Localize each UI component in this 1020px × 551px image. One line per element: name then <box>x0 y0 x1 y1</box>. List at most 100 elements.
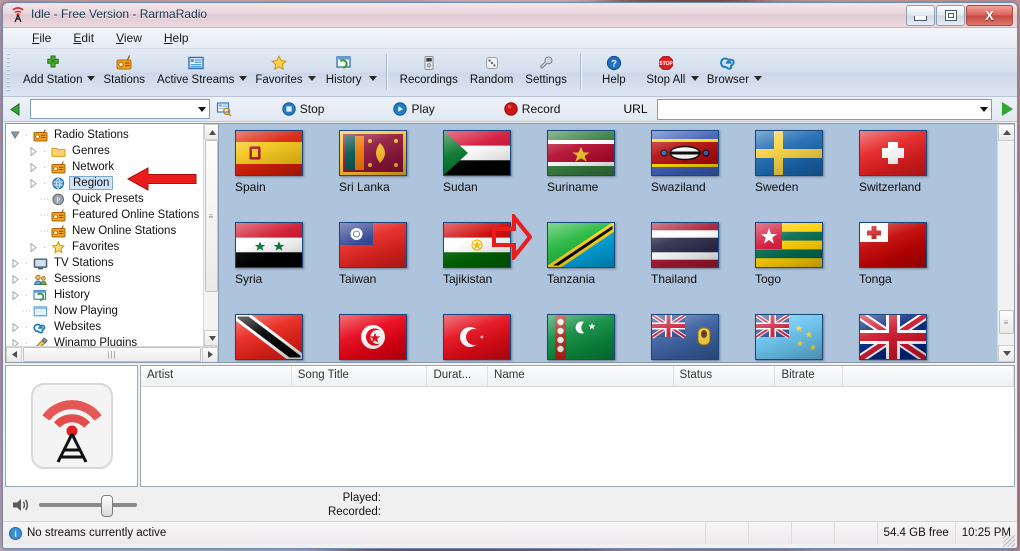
region-item[interactable]: Sri Lanka <box>331 130 435 222</box>
playlist-column-header[interactable]: Name <box>488 366 674 386</box>
menu-view[interactable]: View <box>105 29 153 47</box>
record-button[interactable]: Record <box>500 101 565 117</box>
speaker-icon[interactable] <box>11 496 31 514</box>
region-item[interactable]: Tunisia <box>331 314 435 362</box>
toolbar-history-dropdown[interactable] <box>368 64 378 81</box>
region-item[interactable]: Spain <box>227 130 331 222</box>
tree-expander-collapsed[interactable] <box>28 178 39 189</box>
region-item[interactable]: Trinidad and Tobago <box>227 314 331 362</box>
tree-node-featured-online-stations[interactable]: ⋯ Featured Online Stations <box>10 207 204 223</box>
toolbar-stop-all-dropdown[interactable] <box>690 64 700 81</box>
maximize-button[interactable] <box>936 5 965 26</box>
tree-expander-expanded[interactable] <box>10 130 21 141</box>
tree-node-quick-presets[interactable]: ⋯ P Quick Presets <box>10 191 204 207</box>
tree-expander-collapsed[interactable] <box>10 258 21 269</box>
playlist-header[interactable]: Artist Song Title Durat... Name Status Bitrat… <box>141 366 1014 387</box>
tree-hscroll-thumb[interactable]: ||| <box>23 347 201 362</box>
close-button[interactable]: X <box>966 5 1013 26</box>
toolbar-stop-all[interactable]: STOP Stop All <box>640 49 692 88</box>
tree-node-history[interactable]: · History <box>10 287 204 303</box>
toolbar-favorites[interactable]: Favorites <box>249 49 308 88</box>
region-scroll-up-arrow[interactable] <box>998 124 1014 141</box>
playlist-column-header[interactable]: Durat... <box>427 366 489 386</box>
tree-vertical-scrollbar[interactable]: ≡ <box>203 124 218 346</box>
region-item[interactable]: Sudan <box>435 130 539 222</box>
url-input[interactable] <box>656 98 992 120</box>
menu-file[interactable]: File <box>21 29 62 47</box>
region-item[interactable]: Swaziland <box>643 130 747 222</box>
tree-expander-collapsed[interactable] <box>28 242 39 253</box>
tree-node-websites[interactable]: · Websites <box>10 319 204 335</box>
tree-scroll-thumb[interactable]: ≡ <box>205 140 218 292</box>
region-scroll-thumb[interactable]: ≡ <box>999 310 1014 334</box>
region-item[interactable]: Turkmenistan <box>539 314 643 362</box>
tree-expander-collapsed[interactable] <box>28 162 39 173</box>
tree-scroll-down-arrow[interactable] <box>204 330 218 346</box>
tree-node-favorites[interactable]: · Favorites <box>10 239 204 255</box>
tree-scroll-right-arrow[interactable] <box>202 346 218 362</box>
toolbar-browser[interactable]: Browser <box>701 49 755 88</box>
tree-node-winamp-plugins[interactable]: · Winamp Plugins <box>10 335 204 346</box>
stop-button[interactable]: Stop <box>278 101 329 117</box>
volume-slider-knob[interactable] <box>101 495 113 517</box>
playlist-column-header[interactable]: Bitrate <box>775 366 843 386</box>
region-item[interactable]: Turks and Caicos Islands <box>643 314 747 362</box>
tree-expander-collapsed[interactable] <box>10 322 21 333</box>
toolbar-add-station[interactable]: Add Station <box>17 49 88 88</box>
tree-expander-collapsed[interactable] <box>10 338 21 346</box>
toolbar-favorites-dropdown[interactable] <box>307 64 317 81</box>
toolbar-browser-dropdown[interactable] <box>753 64 763 81</box>
tree-expander-collapsed[interactable] <box>10 290 21 301</box>
volume-slider[interactable] <box>39 495 137 517</box>
green-go-arrow-icon[interactable] <box>1002 102 1013 116</box>
menu-help[interactable]: Help <box>153 29 200 47</box>
tree-node-new-online-stations[interactable]: ⋯ New Online Stations <box>10 223 204 239</box>
tree-horizontal-scrollbar[interactable]: ||| <box>6 346 218 362</box>
tree-node-sessions[interactable]: · Sessions <box>10 271 204 287</box>
region-item[interactable]: Tonga <box>851 222 955 314</box>
find-station-icon[interactable] <box>216 101 232 117</box>
region-item[interactable]: Togo <box>747 222 851 314</box>
playlist-column-header[interactable]: Status <box>674 366 776 386</box>
toolbar-active-streams-dropdown[interactable] <box>238 64 248 81</box>
toolbar-random[interactable]: Random <box>464 49 519 88</box>
station-combo[interactable] <box>30 99 210 119</box>
tree-expander-collapsed[interactable] <box>28 146 39 157</box>
toolbar-history[interactable]: History <box>318 49 370 88</box>
toolbar-help[interactable]: ? Help <box>588 49 640 88</box>
region-scroll-down-arrow[interactable] <box>998 345 1014 362</box>
playlist-column-header[interactable]: Artist <box>141 366 292 386</box>
region-item[interactable]: Tanzania <box>539 222 643 314</box>
tree-node-tv-stations[interactable]: · TV Stations <box>10 255 204 271</box>
tree-node-genres[interactable]: · Genres <box>10 143 204 159</box>
toolbar-grip[interactable] <box>7 53 10 92</box>
toolbar-settings[interactable]: Settings <box>519 49 573 88</box>
toolbar-stations[interactable]: Stations <box>97 49 151 88</box>
region-item[interactable]: Syria <box>227 222 331 314</box>
play-button[interactable]: Play <box>389 101 438 117</box>
green-back-arrow-icon[interactable] <box>7 102 24 116</box>
region-item[interactable]: Switzerland <box>851 130 955 222</box>
region-vertical-scrollbar[interactable]: ≡ <box>997 124 1014 362</box>
tree-expander-collapsed[interactable] <box>10 274 21 285</box>
toolbar-active-streams[interactable]: Active Streams <box>151 49 240 88</box>
region-grid-viewport[interactable]: Spain Sri Lanka Sudan Suriname Swaziland Swed… <box>219 124 998 362</box>
region-item[interactable]: United Kingdom <box>851 314 955 362</box>
playlist-column-header[interactable] <box>843 366 1014 386</box>
region-item[interactable]: Sweden <box>747 130 851 222</box>
tree-scroll-up-arrow[interactable] <box>204 124 218 140</box>
toolbar-recordings[interactable]: Recordings <box>394 49 464 88</box>
region-item[interactable]: Turkey <box>435 314 539 362</box>
minimize-button[interactable] <box>906 5 935 26</box>
playlist-column-header[interactable]: Song Title <box>292 366 428 386</box>
navigation-tree[interactable]: · Radio Stations · Genres · Network · Region ⋯ P Q… <box>6 124 204 346</box>
region-item[interactable]: Tuvalu <box>747 314 851 362</box>
region-item[interactable]: Taiwan <box>331 222 435 314</box>
region-item[interactable]: Thailand <box>643 222 747 314</box>
menu-edit[interactable]: Edit <box>62 29 105 47</box>
toolbar-add-station-dropdown[interactable] <box>86 64 96 81</box>
tree-scroll-left-arrow[interactable] <box>6 346 22 362</box>
resize-grip[interactable] <box>1003 535 1015 547</box>
tree-node-now-playing[interactable]: ⋯ Now Playing <box>10 303 204 319</box>
tree-node-radio-stations[interactable]: · Radio Stations <box>10 127 204 143</box>
